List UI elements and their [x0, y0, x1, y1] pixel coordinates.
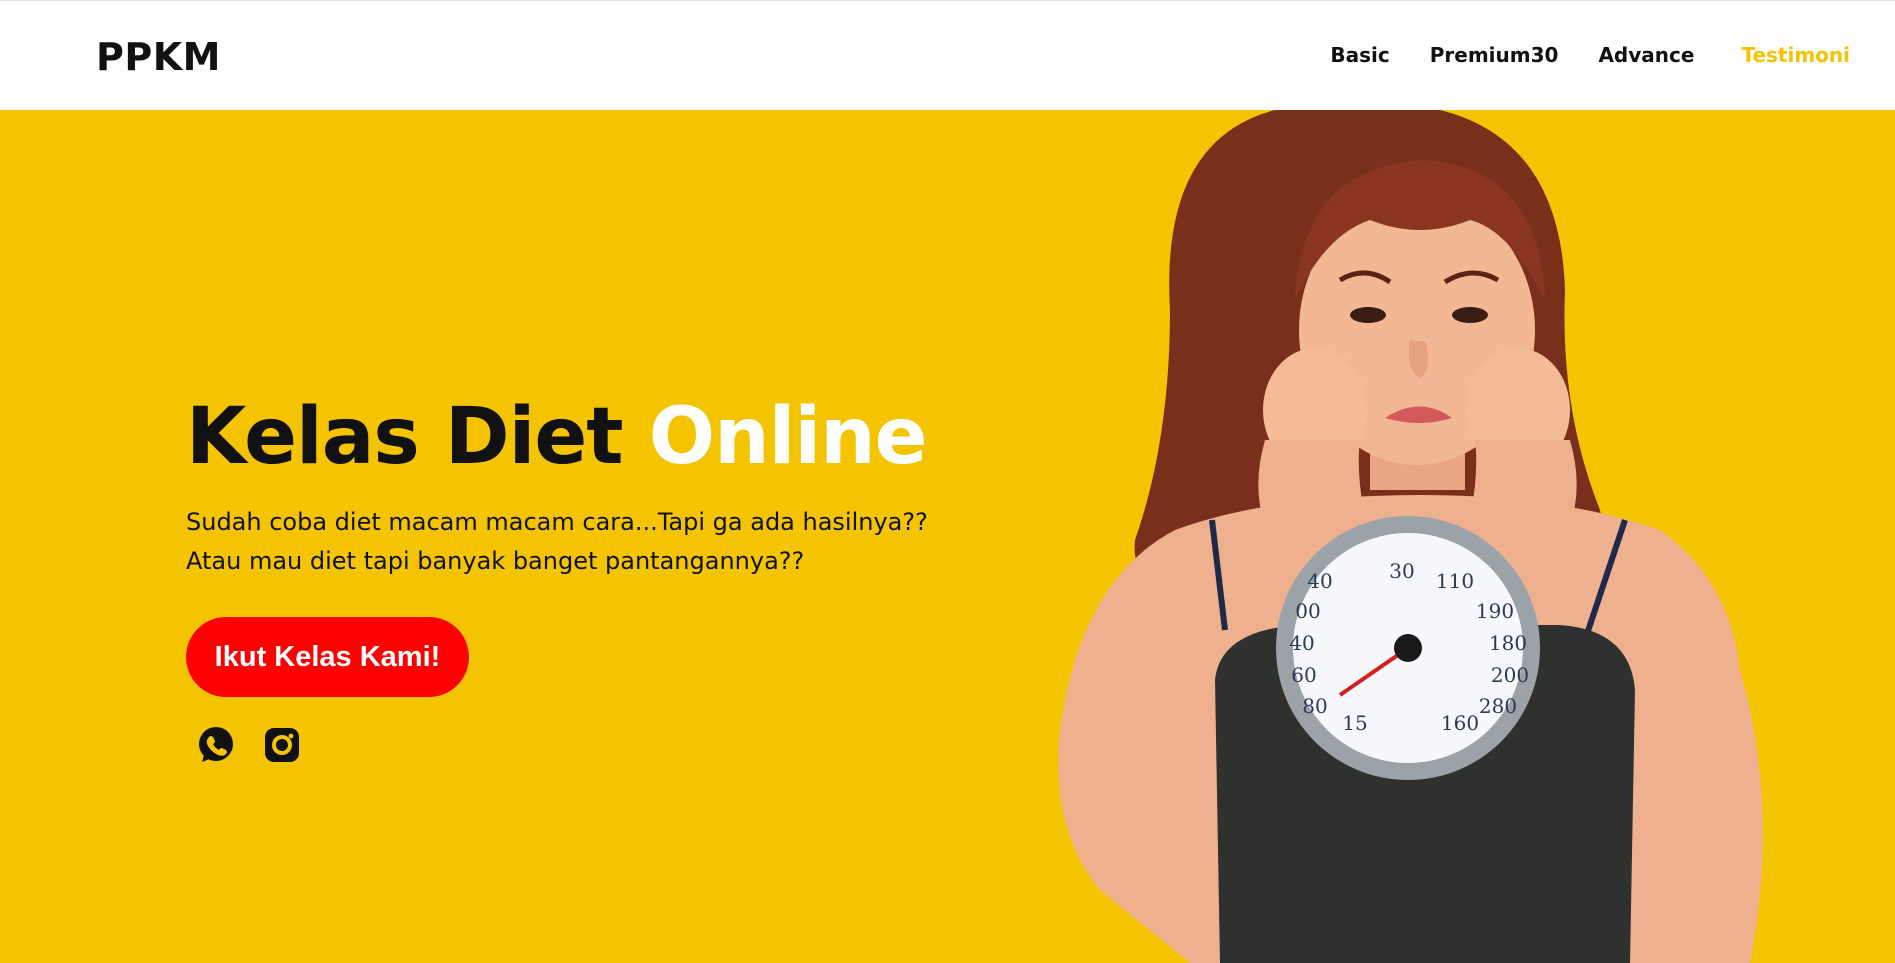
scale-number-left-1: 00 [1295, 599, 1320, 623]
nav-link-testimoni[interactable]: Testimoni [1741, 43, 1850, 67]
scale-number-left-3: 60 [1291, 663, 1316, 687]
navbar: PPKM Basic Premium30 Advance Testimoni [0, 0, 1895, 110]
whatsapp-icon[interactable] [196, 725, 236, 765]
scale-number-right-0: 190 [1476, 599, 1514, 623]
scale-number-right-3: 280 [1479, 694, 1517, 718]
scale-number-left-4: 80 [1302, 694, 1327, 718]
hero-subtitle-line-1: Sudah coba diet macam macam cara...Tapi … [186, 508, 928, 536]
scale-number-top-1: 110 [1436, 569, 1474, 593]
scale-number-top-0: 30 [1389, 559, 1414, 583]
instagram-icon[interactable] [262, 725, 302, 765]
scale-number-right-4: 160 [1441, 711, 1479, 735]
brand-logo[interactable]: PPKM [96, 35, 221, 79]
hero-section: Kelas Diet Online Sudah coba diet macam … [0, 110, 1895, 963]
nav-link-premium30[interactable]: Premium30 [1430, 43, 1559, 67]
social-links [196, 725, 302, 765]
hero-illustration: 40 00 40 60 80 15 30 110 190 180 200 280… [1058, 110, 1763, 963]
hero-title-dark: Kelas Diet [186, 392, 624, 482]
scale-number-left-2: 40 [1289, 631, 1314, 655]
join-class-button[interactable]: Ikut Kelas Kami! [186, 617, 469, 697]
hero-subtitle: Sudah coba diet macam macam cara...Tapi … [186, 503, 1026, 581]
scale-number-left-0: 40 [1307, 569, 1332, 593]
scale-number-right-2: 200 [1491, 663, 1529, 687]
hero-title-highlight: Online [648, 392, 928, 482]
scale-needle-hub [1394, 634, 1422, 662]
scale-number-left-5: 15 [1342, 711, 1367, 735]
eye-left [1350, 307, 1386, 323]
nav-link-advance[interactable]: Advance [1598, 43, 1694, 67]
hero-title: Kelas Diet Online [186, 398, 928, 476]
scale-number-right-1: 180 [1489, 631, 1527, 655]
nav-links: Basic Premium30 Advance Testimoni [1330, 43, 1850, 67]
eye-right [1452, 307, 1488, 323]
nav-link-basic[interactable]: Basic [1330, 43, 1389, 67]
hero-subtitle-line-2: Atau mau diet tapi banyak banget pantang… [186, 547, 805, 575]
